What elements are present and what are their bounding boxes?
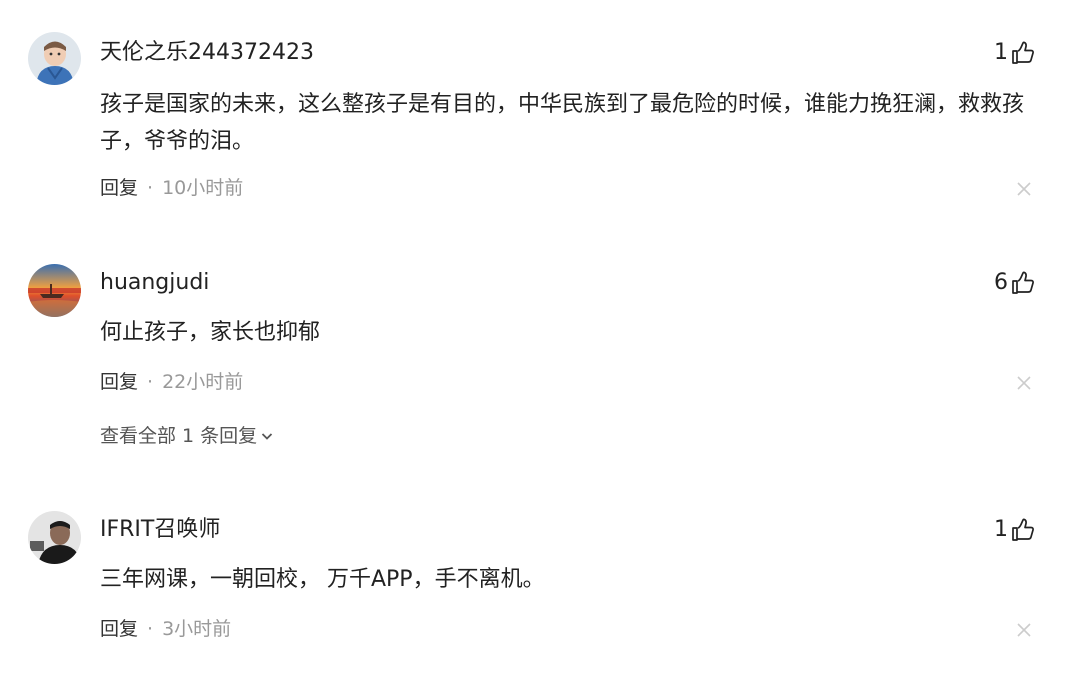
view-all-replies-label: 查看全部 1 条回复 (100, 425, 258, 447)
like-count: 1 (994, 517, 1008, 542)
avatar[interactable] (28, 511, 81, 564)
comment-meta: 回复 · 3小时前 (100, 616, 231, 642)
close-icon[interactable] (1016, 375, 1032, 391)
close-icon[interactable] (1016, 622, 1032, 638)
comment-text: 何止孩子，家长也抑郁 (100, 320, 321, 345)
timestamp: 3小时前 (162, 618, 232, 640)
close-icon[interactable] (1016, 181, 1032, 197)
thumbs-up-icon (1012, 271, 1034, 294)
separator-dot: · (147, 618, 154, 640)
reply-button[interactable]: 回复 (100, 177, 138, 199)
view-all-replies-link[interactable]: 查看全部 1 条回复 (100, 423, 274, 449)
comment-meta: 回复 · 22小时前 (100, 369, 243, 395)
comment-meta: 回复 · 10小时前 (100, 175, 243, 201)
like-button[interactable]: 6 (994, 268, 1036, 298)
timestamp: 10小时前 (162, 177, 244, 199)
avatar[interactable] (28, 32, 81, 85)
thumbs-up-icon (1012, 41, 1034, 64)
comment-text: 孩子是国家的未来，这么整孩子是有目的，中华民族到了最危险的时候，谁能力挽狂澜，救… (100, 92, 1025, 154)
chevron-down-icon (262, 433, 273, 440)
comment-text: 三年网课，一朝回校， 万千APP，手不离机。 (100, 567, 545, 592)
like-count: 6 (994, 270, 1008, 295)
reply-button[interactable]: 回复 (100, 371, 138, 393)
username[interactable]: huangjudi (100, 268, 209, 298)
like-button[interactable]: 1 (994, 515, 1036, 545)
separator-dot: · (147, 371, 154, 393)
like-count: 1 (994, 40, 1008, 65)
thumbs-up-icon (1012, 518, 1034, 541)
separator-dot: · (147, 177, 154, 199)
username[interactable]: IFRIT召唤师 (100, 515, 220, 545)
username[interactable]: 天伦之乐244372423 (100, 38, 314, 68)
like-button[interactable]: 1 (994, 38, 1036, 68)
reply-button[interactable]: 回复 (100, 618, 138, 640)
timestamp: 22小时前 (162, 371, 244, 393)
avatar[interactable] (28, 264, 81, 317)
